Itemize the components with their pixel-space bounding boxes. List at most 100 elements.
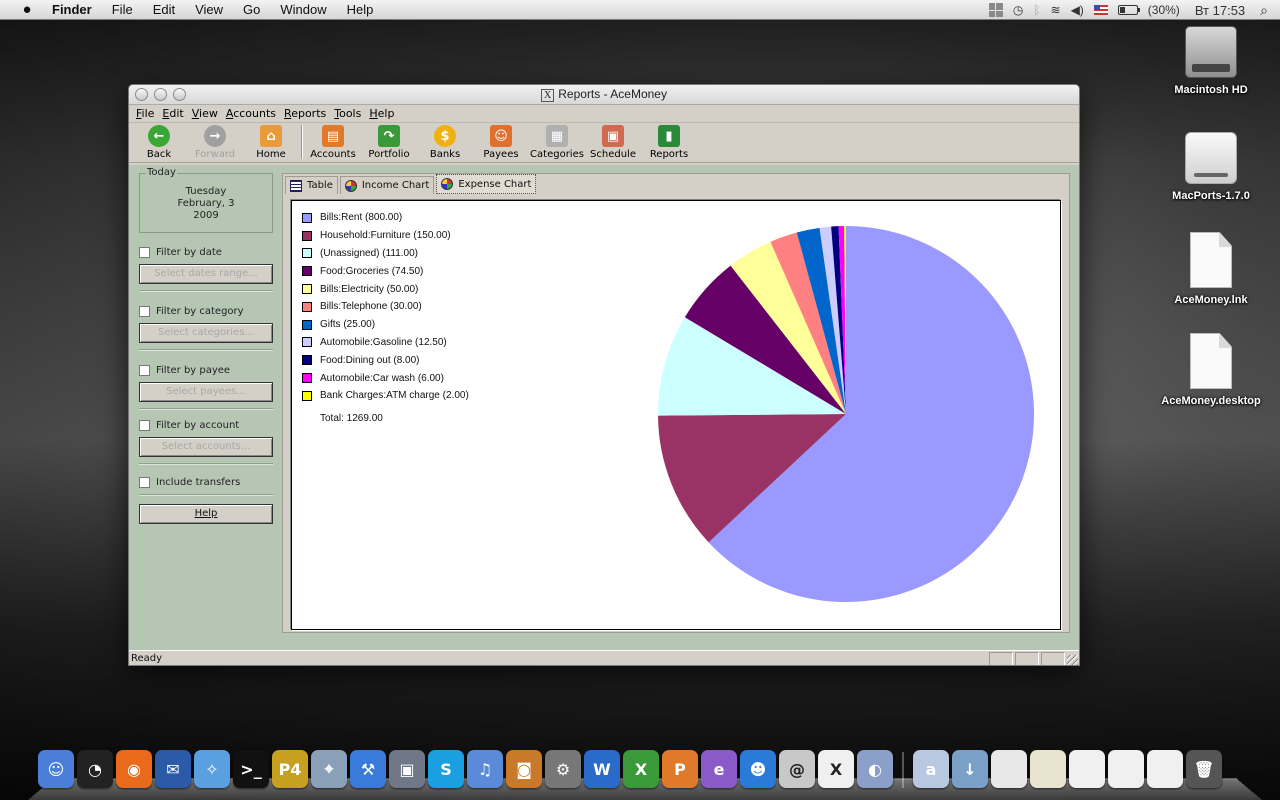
menu-finder[interactable]: Finder	[50, 2, 102, 17]
clock[interactable]: Вт 17:53	[1185, 0, 1255, 20]
toolbar-schedule-button[interactable]: ▣ Schedule	[585, 122, 641, 162]
divider	[139, 494, 273, 496]
dock-perforce-icon[interactable]: P4	[272, 750, 308, 788]
dock-word-icon[interactable]: W	[584, 750, 620, 788]
select-dates-range-button[interactable]: Select dates range...	[139, 264, 273, 284]
tab-label: Table	[307, 180, 333, 191]
app-menu-help[interactable]: Help	[366, 107, 399, 120]
dock-safari-icon[interactable]: ✧	[194, 750, 230, 788]
menu-edit[interactable]: Edit	[143, 2, 185, 17]
app-menu-view[interactable]: View	[189, 107, 223, 120]
dock-xcode-icon[interactable]: ⚒	[350, 750, 386, 788]
dock-system-preferences-icon[interactable]: ⚙	[545, 750, 581, 788]
tab-expense-chart[interactable]: Expense Chart	[436, 174, 537, 194]
toolbar-banks-button[interactable]: $ Banks	[417, 122, 473, 162]
dock-messenger-icon[interactable]: ☻	[740, 750, 776, 788]
disk-image-icon	[1185, 132, 1237, 184]
app-menu-accounts[interactable]: Accounts	[223, 107, 281, 120]
schedule-calendar-icon: ▣	[602, 125, 624, 147]
dock-dashboard-icon[interactable]: ◔	[77, 750, 113, 788]
menu-view[interactable]: View	[185, 2, 233, 17]
legend-swatch	[302, 337, 312, 348]
dock-skype-icon[interactable]: S	[428, 750, 464, 788]
dock-thunderbird-icon[interactable]: ✉	[155, 750, 191, 788]
filter-by-category-checkbox[interactable]	[139, 306, 150, 317]
toolbar-reports-button[interactable]: ▮ Reports	[641, 122, 697, 162]
desktop-icon-acemoney-lnk[interactable]: AceMoney.lnk	[1156, 232, 1266, 306]
dock-minimized-window-3-icon[interactable]	[1069, 750, 1105, 788]
dock-powerpoint-icon[interactable]: P	[662, 750, 698, 788]
desktop-icon-acemoney-desktop[interactable]: AceMoney.desktop	[1156, 333, 1266, 407]
legend-label: Automobile:Car wash (6.00)	[320, 372, 444, 384]
dock-firefox-icon[interactable]: ◉	[116, 750, 152, 788]
select-payees-button[interactable]: Select payees...	[139, 382, 273, 402]
app-menu-edit[interactable]: Edit	[159, 107, 188, 120]
include-transfers-checkbox[interactable]	[139, 477, 150, 488]
menu-window[interactable]: Window	[270, 2, 336, 17]
volume-icon[interactable]: ◀)	[1066, 0, 1089, 20]
filter-by-category[interactable]: Filter by category	[139, 306, 273, 317]
dock-preview-icon[interactable]: ◐	[857, 750, 893, 788]
toolbar-home-button[interactable]: ⌂ Home	[243, 122, 299, 162]
toolbar-payees-button[interactable]: ☺ Payees	[473, 122, 529, 162]
document-icon	[1190, 333, 1232, 389]
dock-minimized-window-1-icon[interactable]	[991, 750, 1027, 788]
dock-minimized-window-5-icon[interactable]	[1147, 750, 1183, 788]
window-titlebar[interactable]: X Reports - AceMoney	[129, 85, 1079, 105]
menu-help[interactable]: Help	[337, 2, 384, 17]
legend-label: Automobile:Gasoline (12.50)	[320, 336, 447, 348]
toolbar-categories-button[interactable]: ▦ Categories	[529, 122, 585, 162]
menu-go[interactable]: Go	[233, 2, 270, 17]
bluetooth-icon[interactable]: ᛒ	[1028, 0, 1045, 20]
input-source-flag-icon[interactable]	[1089, 0, 1113, 20]
dock-downloads-folder-icon[interactable]: ↓	[952, 750, 988, 788]
filter-by-payee[interactable]: Filter by payee	[139, 365, 273, 376]
dock-itunes-icon[interactable]: ♫	[467, 750, 503, 788]
filter-by-account[interactable]: Filter by account	[139, 420, 273, 431]
dock-excel-icon[interactable]: X	[623, 750, 659, 788]
chart-legend: Bills:Rent (800.00) Household:Furniture (…	[302, 209, 469, 424]
desktop-icon-macports[interactable]: MacPorts-1.7.0	[1156, 132, 1266, 202]
toolbar-portfolio-button[interactable]: ↷ Portfolio	[361, 122, 417, 162]
select-categories-button[interactable]: Select categories...	[139, 323, 273, 343]
spaces-icon[interactable]	[984, 0, 1008, 20]
toolbar-back-button[interactable]: ← Back	[131, 122, 187, 162]
filter-by-date[interactable]: Filter by date	[139, 247, 273, 258]
resize-grip[interactable]	[1067, 655, 1078, 665]
menu-file[interactable]: File	[102, 2, 143, 17]
dock-terminal-icon[interactable]: >_	[233, 750, 269, 788]
dock-trash-icon[interactable]: 🗑	[1186, 750, 1222, 788]
dock-minimized-window-4-icon[interactable]	[1108, 750, 1144, 788]
select-accounts-button[interactable]: Select accounts...	[139, 437, 273, 457]
desktop-icon-macintosh-hd[interactable]: Macintosh HD	[1156, 26, 1266, 96]
wifi-icon[interactable]: ≋	[1046, 0, 1066, 20]
filter-by-payee-checkbox[interactable]	[139, 365, 150, 376]
filter-by-date-checkbox[interactable]	[139, 247, 150, 258]
help-button[interactable]: Help	[139, 504, 273, 524]
tab-table[interactable]: Table	[285, 176, 338, 194]
tab-label: Income Chart	[361, 180, 430, 191]
battery-icon[interactable]	[1113, 0, 1143, 20]
dock-x11-icon[interactable]: X	[818, 750, 854, 788]
today-year: 2009	[193, 210, 219, 221]
app-menu-tools[interactable]: Tools	[331, 107, 366, 120]
tab-income-chart[interactable]: Income Chart	[339, 176, 435, 194]
dock-minimized-window-2-icon[interactable]	[1030, 750, 1066, 788]
dock-iphoto-icon[interactable]: ◙	[506, 750, 542, 788]
filter-by-account-checkbox[interactable]	[139, 420, 150, 431]
app-menu-reports[interactable]: Reports	[281, 107, 331, 120]
include-transfers[interactable]: Include transfers	[139, 477, 273, 488]
toolbar-button-label: Home	[256, 149, 286, 160]
dock-remote-desktop-icon[interactable]: ⌖	[311, 750, 347, 788]
toolbar-accounts-button[interactable]: ▤ Accounts	[305, 122, 361, 162]
legend-swatch	[302, 248, 312, 259]
app-menu-file[interactable]: File	[133, 107, 159, 120]
time-machine-icon[interactable]: ◷	[1008, 0, 1028, 20]
dock-entourage-icon[interactable]: e	[701, 750, 737, 788]
spotlight-search-icon[interactable]: ⌕	[1255, 0, 1280, 20]
dock-vmware-icon[interactable]: ▣	[389, 750, 425, 788]
dock-finder-icon[interactable]: ☺	[38, 750, 74, 788]
apple-menu-icon[interactable]: ●	[18, 1, 36, 18]
dock-address-book-icon[interactable]: @	[779, 750, 815, 788]
dock-documents-stack-icon[interactable]: a	[913, 750, 949, 788]
